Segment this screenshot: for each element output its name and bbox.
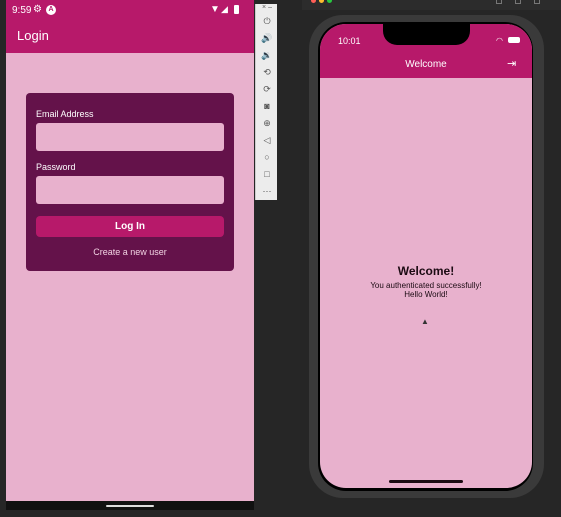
power-icon[interactable]: ⏻ [256,14,278,28]
page-title: Login [17,28,49,43]
overview-icon[interactable]: □ [256,167,278,181]
android-status-bar: 9:59 ⚙ A ▼ ◢ [6,0,254,20]
more-icon[interactable]: ⋯ [256,184,278,198]
rotate-icon[interactable] [534,0,540,4]
battery-icon [508,37,520,43]
wifi-icon: ◠ [496,36,503,45]
signal-icon: ◢ [221,4,228,14]
screenshot-icon[interactable] [515,0,521,4]
simulator-title-bar [302,0,561,10]
volume-down-icon[interactable]: 🔉 [256,48,278,62]
mouse-cursor-icon: ▲ [421,317,429,326]
gear-icon: ⚙ [33,4,42,15]
create-user-link[interactable]: Create a new user [36,247,224,257]
back-icon[interactable]: ◁ [256,133,278,147]
logout-icon[interactable]: ⇥ [507,57,516,70]
wifi-icon: ▼ [210,4,220,15]
home-icon[interactable]: ○ [256,150,278,164]
notch [383,24,470,45]
password-label: Password [36,162,76,172]
android-status-time: 9:59 [12,5,32,16]
ios-status-time: 10:01 [338,36,361,46]
rotate-left-icon[interactable]: ⟲ [256,65,278,79]
hello-world-text: Hello World! [404,290,448,299]
android-notification-icon: A [46,5,56,15]
login-button[interactable]: Log In [36,216,224,237]
volume-up-icon[interactable]: 🔊 [256,31,278,45]
password-field[interactable] [36,176,224,204]
close-window-icon[interactable] [311,0,316,3]
login-card: Email Address Password Log In Create a n… [26,93,234,271]
email-label: Email Address [36,109,94,119]
home-gesture-pill[interactable] [106,505,154,507]
zoom-window-icon[interactable] [327,0,332,3]
auth-success-text: You authenticated successfully! [370,281,482,290]
zoom-icon[interactable]: ⊕ [256,116,278,130]
android-emulator-screen: 9:59 ⚙ A ▼ ◢ Login Email Address Passwor… [6,0,254,510]
rotate-right-icon[interactable]: ⟳ [256,82,278,96]
close-icon[interactable]: × – [256,4,278,12]
android-app-bar: Login [6,20,254,53]
android-nav-bar [6,501,254,510]
home-button-icon[interactable] [496,0,502,4]
battery-icon [234,5,239,14]
ios-screen: 10:01 ◠ Welcome ⇥ Welcome! You authentic… [320,24,532,488]
emulator-toolbar: × – ⏻ 🔊 🔉 ⟲ ⟳ ◙ ⊕ ◁ ○ □ ⋯ [255,4,277,200]
email-field[interactable] [36,123,224,151]
welcome-heading: Welcome! [397,264,455,278]
page-title: Welcome [405,59,447,70]
home-indicator[interactable] [389,480,463,483]
minimize-window-icon[interactable] [319,0,324,3]
camera-icon[interactable]: ◙ [256,99,278,113]
